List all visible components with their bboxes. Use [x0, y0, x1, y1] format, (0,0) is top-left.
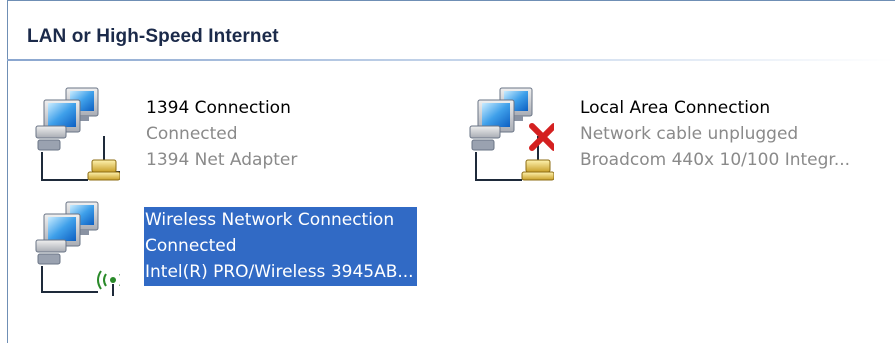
lan-disconnected-icon [454, 82, 557, 182]
group-header: LAN or High-Speed Internet [27, 26, 279, 47]
connection-name: 1394 Connection [146, 98, 291, 118]
connection-status: Connected [145, 236, 237, 256]
connection-device: Broadcom 440x 10/100 Integr... [580, 150, 851, 170]
lan-adapter-icon [20, 82, 128, 182]
connection-name: Local Area Connection [580, 98, 771, 118]
connection-status: Network cable unplugged [580, 124, 799, 144]
connection-name: Wireless Network Connection [145, 210, 395, 230]
connection-device: 1394 Net Adapter [146, 150, 298, 170]
wireless-adapter-icon [20, 196, 123, 296]
group-divider [7, 59, 895, 61]
connection-status: Connected [146, 124, 238, 144]
connection-device: Intel(R) PRO/Wireless 3945AB... [145, 262, 414, 282]
